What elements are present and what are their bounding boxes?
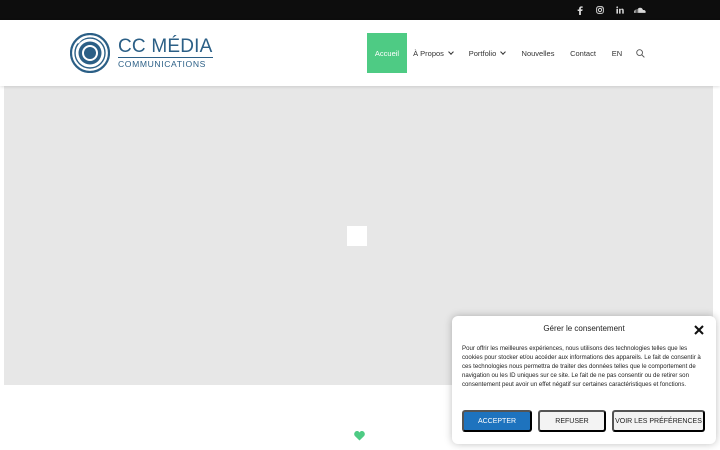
site-header: CC MÉDIA COMMUNICATIONS Accueil À Propos… bbox=[0, 20, 720, 86]
slider-loader bbox=[347, 226, 367, 246]
instagram-icon[interactable] bbox=[594, 0, 606, 20]
top-bar bbox=[0, 0, 720, 20]
nav-contact-label: Contact bbox=[570, 48, 596, 58]
nav-nouvelles-label: Nouvelles bbox=[521, 48, 555, 58]
close-icon[interactable] bbox=[694, 322, 706, 335]
nav-portfolio-label: Portfolio bbox=[468, 48, 497, 58]
linkedin-icon[interactable] bbox=[614, 0, 626, 20]
consent-title: Gérer le consentement bbox=[543, 324, 625, 333]
refuse-button[interactable]: REFUSER bbox=[538, 410, 606, 432]
nav-a-propos-label: À Propos bbox=[413, 48, 444, 58]
cookie-consent-dialog: Gérer le consentement Pour offrir les me… bbox=[452, 316, 716, 444]
logo-subtitle: COMMUNICATIONS bbox=[118, 57, 213, 69]
soundcloud-icon[interactable] bbox=[633, 0, 647, 20]
nav-language-en[interactable]: EN bbox=[607, 33, 627, 73]
chevron-down-icon bbox=[500, 48, 507, 55]
heart-icon bbox=[354, 431, 365, 444]
nav-portfolio[interactable]: Portfolio bbox=[465, 33, 509, 73]
nav-accueil-label: Accueil bbox=[374, 48, 400, 58]
consent-description: Pour offrir les meilleures expériences, … bbox=[462, 345, 701, 388]
chevron-down-icon bbox=[448, 48, 454, 55]
facebook-icon[interactable] bbox=[574, 0, 586, 20]
accept-button[interactable]: ACCEPTER bbox=[462, 410, 532, 432]
nav-contact[interactable]: Contact bbox=[566, 33, 600, 73]
view-preferences-button[interactable]: VOIR LES PRÉFÉRENCES bbox=[612, 410, 705, 432]
nav-nouvelles[interactable]: Nouvelles bbox=[518, 33, 558, 73]
logo-mark-icon bbox=[70, 33, 110, 73]
site-logo[interactable]: CC MÉDIA COMMUNICATIONS bbox=[70, 33, 213, 73]
search-icon[interactable] bbox=[632, 33, 648, 73]
nav-language-label: EN bbox=[611, 48, 623, 58]
logo-title: CC MÉDIA bbox=[118, 36, 213, 57]
nav-accueil[interactable]: Accueil bbox=[367, 33, 407, 73]
nav-a-propos[interactable]: À Propos bbox=[410, 33, 456, 73]
